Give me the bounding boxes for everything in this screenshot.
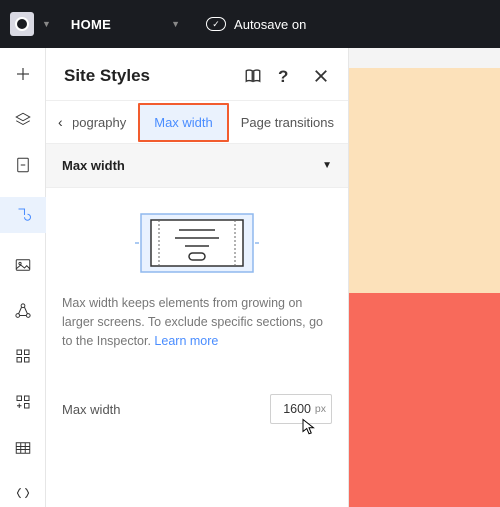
tab-typography[interactable]: pography xyxy=(73,109,135,136)
chevron-down-icon: ▼ xyxy=(322,160,332,171)
max-width-label: Max width xyxy=(62,402,121,417)
image-icon[interactable] xyxy=(0,251,46,279)
autosave-indicator[interactable]: Autosave on xyxy=(206,17,306,32)
section-max-width[interactable]: Max width ▼ xyxy=(46,144,348,188)
close-icon[interactable] xyxy=(312,67,330,85)
tabs-scroll-left[interactable]: ‹ xyxy=(52,114,69,130)
autosave-label: Autosave on xyxy=(234,17,306,32)
canvas[interactable] xyxy=(349,48,500,507)
panel-header: Site Styles ? xyxy=(46,48,348,100)
canvas-section-2[interactable] xyxy=(349,293,500,507)
layers-icon[interactable] xyxy=(0,106,46,134)
site-styles-panel: Site Styles ? ‹ pography Max width Page … xyxy=(46,48,349,507)
max-width-illustration xyxy=(62,212,332,274)
help-icon[interactable]: ? xyxy=(278,67,296,85)
code-icon[interactable] xyxy=(0,479,46,507)
left-rail xyxy=(0,48,46,507)
section-title: Max width xyxy=(62,158,125,173)
apps-icon[interactable] xyxy=(0,342,46,370)
cursor-icon xyxy=(300,418,318,436)
page-switcher[interactable]: HOME ▼ xyxy=(71,17,180,32)
table-icon[interactable] xyxy=(0,434,46,462)
tab-page-transitions[interactable]: Page transitions xyxy=(233,109,342,136)
style-tabs: ‹ pography Max width Page transitions xyxy=(46,100,348,144)
components-icon[interactable] xyxy=(0,388,46,416)
panel-title: Site Styles xyxy=(64,66,150,86)
tab-max-width[interactable]: Max width xyxy=(138,103,229,142)
page-icon[interactable] xyxy=(0,151,46,179)
cloud-check-icon xyxy=(206,17,226,31)
max-width-description: Max width keeps elements from growing on… xyxy=(62,294,332,350)
styles-icon[interactable] xyxy=(0,197,46,233)
top-bar: ▼ HOME ▼ Autosave on xyxy=(0,0,500,48)
add-icon[interactable] xyxy=(0,60,46,88)
page-title: HOME xyxy=(71,17,111,32)
app-logo[interactable] xyxy=(10,12,34,36)
docs-icon[interactable] xyxy=(244,67,262,85)
chevron-down-icon[interactable]: ▼ xyxy=(42,19,51,29)
chevron-down-icon: ▼ xyxy=(171,19,180,29)
learn-more-link[interactable]: Learn more xyxy=(154,334,218,348)
connections-icon[interactable] xyxy=(0,297,46,325)
canvas-section-1[interactable] xyxy=(349,68,500,293)
